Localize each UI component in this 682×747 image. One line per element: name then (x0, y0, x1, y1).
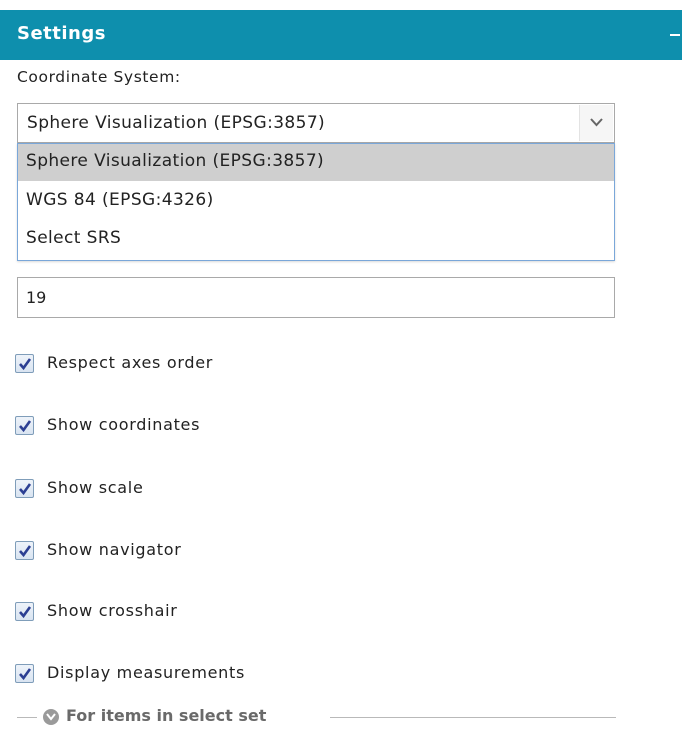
dropdown-option[interactable]: Sphere Visualization (EPSG:3857) (18, 144, 614, 181)
checkbox-label: Show navigator (47, 540, 182, 559)
chevron-down-circle-icon[interactable] (43, 709, 59, 725)
checkbox[interactable] (15, 354, 34, 373)
panel-header[interactable]: Settings (0, 10, 682, 60)
fieldset-border (17, 717, 37, 718)
coordinate-system-dropdown: Sphere Visualization (EPSG:3857) WGS 84 … (17, 143, 615, 261)
dropdown-arrow[interactable] (579, 105, 613, 141)
checkbox-label: Show scale (47, 478, 144, 497)
coordinate-system-value: Sphere Visualization (EPSG:3857) (27, 113, 326, 133)
screen-size-input[interactable] (17, 277, 615, 318)
dropdown-option[interactable]: WGS 84 (EPSG:4326) (18, 183, 614, 220)
checkmark-icon (19, 668, 32, 681)
checkmark-icon (19, 606, 32, 619)
checkbox[interactable] (15, 416, 34, 435)
coordinate-system-label: Coordinate System: (17, 68, 181, 86)
checkbox-label: Respect axes order (47, 353, 214, 372)
checkmark-icon (19, 358, 32, 371)
checkbox[interactable] (15, 602, 34, 621)
settings-panel: Settings Coordinate System: Sphere Visua… (0, 0, 682, 747)
checkmark-icon (19, 545, 32, 558)
checkmark-icon (19, 483, 32, 496)
panel-title: Settings (17, 23, 106, 44)
dropdown-option[interactable]: Select SRS (18, 221, 614, 258)
select-set-legend[interactable]: For items in select set (66, 706, 266, 725)
checkmark-icon (19, 420, 32, 433)
minus-icon[interactable] (670, 34, 680, 36)
checkbox[interactable] (15, 664, 34, 683)
select-set-fieldset: For items in select set (15, 706, 616, 725)
fieldset-border (330, 717, 616, 718)
chevron-down-icon (590, 118, 603, 127)
checkbox-label: Show crosshair (47, 601, 178, 620)
checkbox-label: Display measurements (47, 663, 246, 682)
checkbox[interactable] (15, 541, 34, 560)
coordinate-system-select[interactable]: Sphere Visualization (EPSG:3857) (17, 103, 615, 143)
checkbox-label: Show coordinates (47, 415, 201, 434)
checkbox[interactable] (15, 479, 34, 498)
